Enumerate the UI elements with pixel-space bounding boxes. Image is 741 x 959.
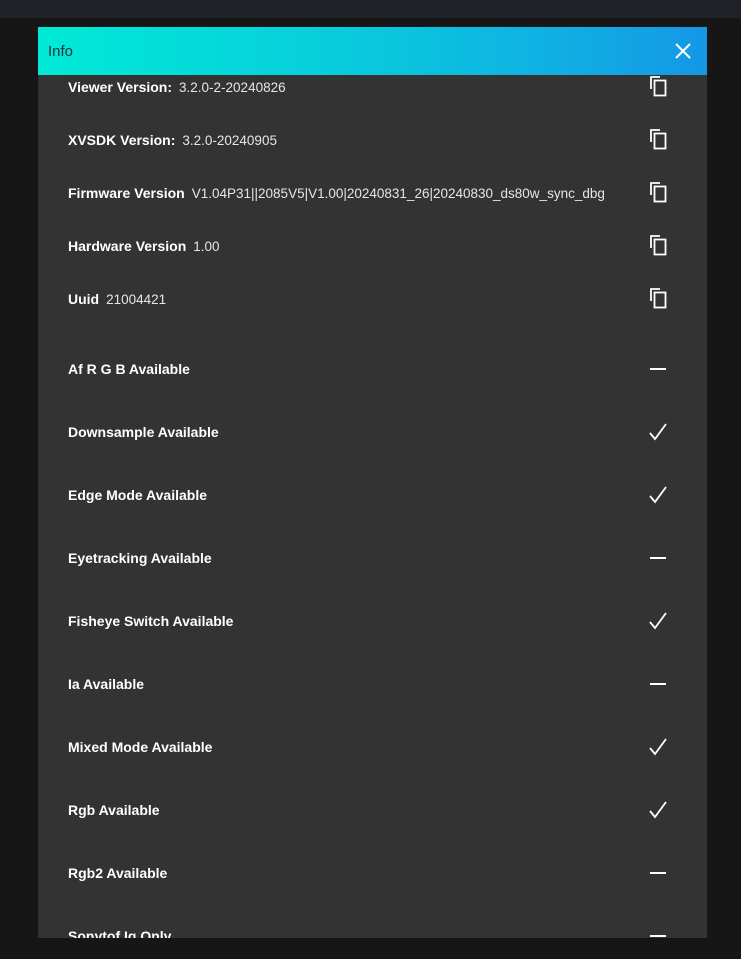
copy-button[interactable] — [645, 286, 671, 312]
info-row: XVSDK Version: 3.2.0-20240905 — [68, 127, 671, 153]
feature-label: Edge Mode Available — [68, 487, 207, 503]
feature-label: Rgb Available — [68, 802, 160, 818]
copy-button[interactable] — [645, 127, 671, 153]
info-value: V1.04P31||2085V5|V1.00|20240831_26|20240… — [191, 185, 605, 201]
feature-row: Rgb Available — [68, 797, 671, 823]
feature-row: Sonytof Iq Only — [68, 923, 671, 938]
check-icon — [645, 797, 671, 823]
feature-row: Edge Mode Available — [68, 482, 671, 508]
dash-icon — [645, 860, 671, 886]
info-value: 3.2.0-2-20240826 — [179, 79, 286, 95]
feature-row: Mixed Mode Available — [68, 734, 671, 760]
dash-icon — [645, 356, 671, 382]
info-dialog: Info Viewer Version: 3.2.0-2-20240826 XVSD… — [38, 27, 707, 938]
check-icon — [645, 608, 671, 634]
info-row: Viewer Version: 3.2.0-2-20240826 — [68, 74, 671, 100]
feature-row: Af R G B Available — [68, 356, 671, 382]
feature-label: Fisheye Switch Available — [68, 613, 234, 629]
info-label: Hardware Version — [68, 238, 187, 254]
copy-icon — [648, 287, 668, 312]
feature-label: Eyetracking Available — [68, 550, 212, 566]
close-icon — [675, 43, 691, 59]
app-top-bar — [0, 0, 741, 18]
feature-label: Rgb2 Available — [68, 865, 168, 881]
feature-row: Fisheye Switch Available — [68, 608, 671, 634]
feature-label: Mixed Mode Available — [68, 739, 213, 755]
dash-icon — [645, 545, 671, 571]
feature-label: Ia Available — [68, 676, 145, 692]
info-label: Uuid — [68, 291, 100, 307]
feature-label: Af R G B Available — [68, 361, 190, 377]
copy-button[interactable] — [645, 233, 671, 259]
copy-icon — [648, 128, 668, 153]
feature-label: Sonytof Iq Only — [68, 928, 172, 938]
info-label: Firmware Version — [68, 185, 185, 201]
feature-row: Downsample Available — [68, 419, 671, 445]
dialog-header: Info — [38, 27, 707, 75]
feature-row: Eyetracking Available — [68, 545, 671, 571]
info-value: 21004421 — [106, 291, 167, 307]
dash-icon — [645, 923, 671, 938]
copy-button[interactable] — [645, 180, 671, 206]
close-button[interactable] — [659, 27, 707, 75]
feature-label: Downsample Available — [68, 424, 219, 440]
info-label: Viewer Version: — [68, 79, 173, 95]
dialog-title: Info — [48, 42, 74, 60]
info-row: Firmware Version V1.04P31||2085V5|V1.00|2… — [68, 180, 671, 206]
check-icon — [645, 419, 671, 445]
copy-icon — [648, 234, 668, 259]
info-row: Hardware Version 1.00 — [68, 233, 671, 259]
info-value: 1.00 — [193, 238, 220, 254]
feature-row: Rgb2 Available — [68, 860, 671, 886]
check-icon — [645, 734, 671, 760]
info-value: 3.2.0-20240905 — [182, 132, 277, 148]
copy-icon — [648, 75, 668, 100]
feature-row: Ia Available — [68, 671, 671, 697]
info-label: XVSDK Version: — [68, 132, 176, 148]
dash-icon — [645, 671, 671, 697]
check-icon — [645, 482, 671, 508]
copy-button[interactable] — [645, 74, 671, 100]
info-row: Uuid 21004421 — [68, 286, 671, 312]
copy-icon — [648, 181, 668, 206]
